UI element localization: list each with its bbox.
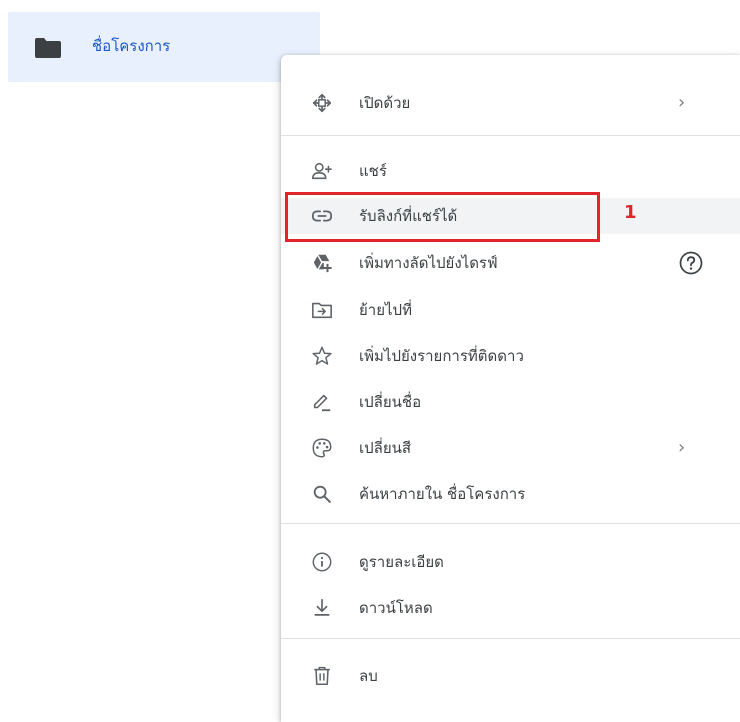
download-label: ดาวน์โหลด [359,599,433,617]
trash-icon [311,665,333,687]
remove-label: ลบ [359,667,378,685]
menu-item-change-color[interactable]: เปลี่ยนสี › [281,430,740,466]
folder-item-selected[interactable]: ชื่อโครงการ [8,12,320,82]
menu-item-view-details[interactable]: ดูรายละเอียด [281,544,740,580]
drive-add-icon [311,252,333,274]
annotation-highlight-box [285,192,600,242]
menu-item-move-to[interactable]: ย้ายไปที่ [281,292,740,328]
star-outline-icon [311,345,333,367]
palette-icon [311,437,333,459]
info-icon [311,551,333,573]
change-color-label: เปลี่ยนสี [359,439,412,457]
menu-item-add-starred[interactable]: เพิ่มไปยังรายการที่ติดดาว [281,338,740,374]
drive-page: ชื่อโครงการ เปิดด้วย › แชร์ รับลิงก์ที่แ… [0,0,740,722]
folder-icon [34,38,62,58]
context-menu: เปิดด้วย › แชร์ รับลิงก์ที่แชร์ได้ เพิ่ม… [281,55,740,722]
share-label: แชร์ [359,162,387,180]
chevron-right-icon: › [678,92,686,113]
rename-label: เปลี่ยนชื่อ [359,393,422,411]
move-arrows-icon [311,92,333,114]
add-starred-label: เพิ่มไปยังรายการที่ติดดาว [359,347,524,365]
add-shortcut-label: เพิ่มทางลัดไปยังไดรฟ์ [359,254,498,272]
search-within-label: ค้นหาภายใน ชื่อโครงการ [359,485,526,503]
menu-item-download[interactable]: ดาวน์โหลด [281,590,740,626]
menu-item-add-shortcut[interactable]: เพิ่มทางลัดไปยังไดรฟ์ [281,245,740,281]
menu-item-remove[interactable]: ลบ [281,658,740,694]
menu-item-share[interactable]: แชร์ [281,153,740,189]
pencil-icon [311,391,333,413]
help-circle-icon[interactable] [678,250,704,276]
move-to-label: ย้ายไปที่ [359,301,412,319]
menu-divider [281,523,740,524]
person-add-icon [311,160,333,182]
menu-item-rename[interactable]: เปลี่ยนชื่อ [281,384,740,420]
open-with-label: เปิดด้วย [359,94,411,112]
menu-divider [281,135,740,136]
folder-name: ชื่อโครงการ [92,37,171,55]
annotation-number: 1 [624,202,637,223]
search-icon [311,483,333,505]
menu-divider [281,638,740,639]
menu-item-open-with[interactable]: เปิดด้วย › [281,85,740,121]
download-icon [311,597,333,619]
folder-move-icon [311,299,333,321]
menu-item-search-within[interactable]: ค้นหาภายใน ชื่อโครงการ [281,476,740,512]
chevron-right-icon: › [678,437,686,458]
view-details-label: ดูรายละเอียด [359,553,444,571]
